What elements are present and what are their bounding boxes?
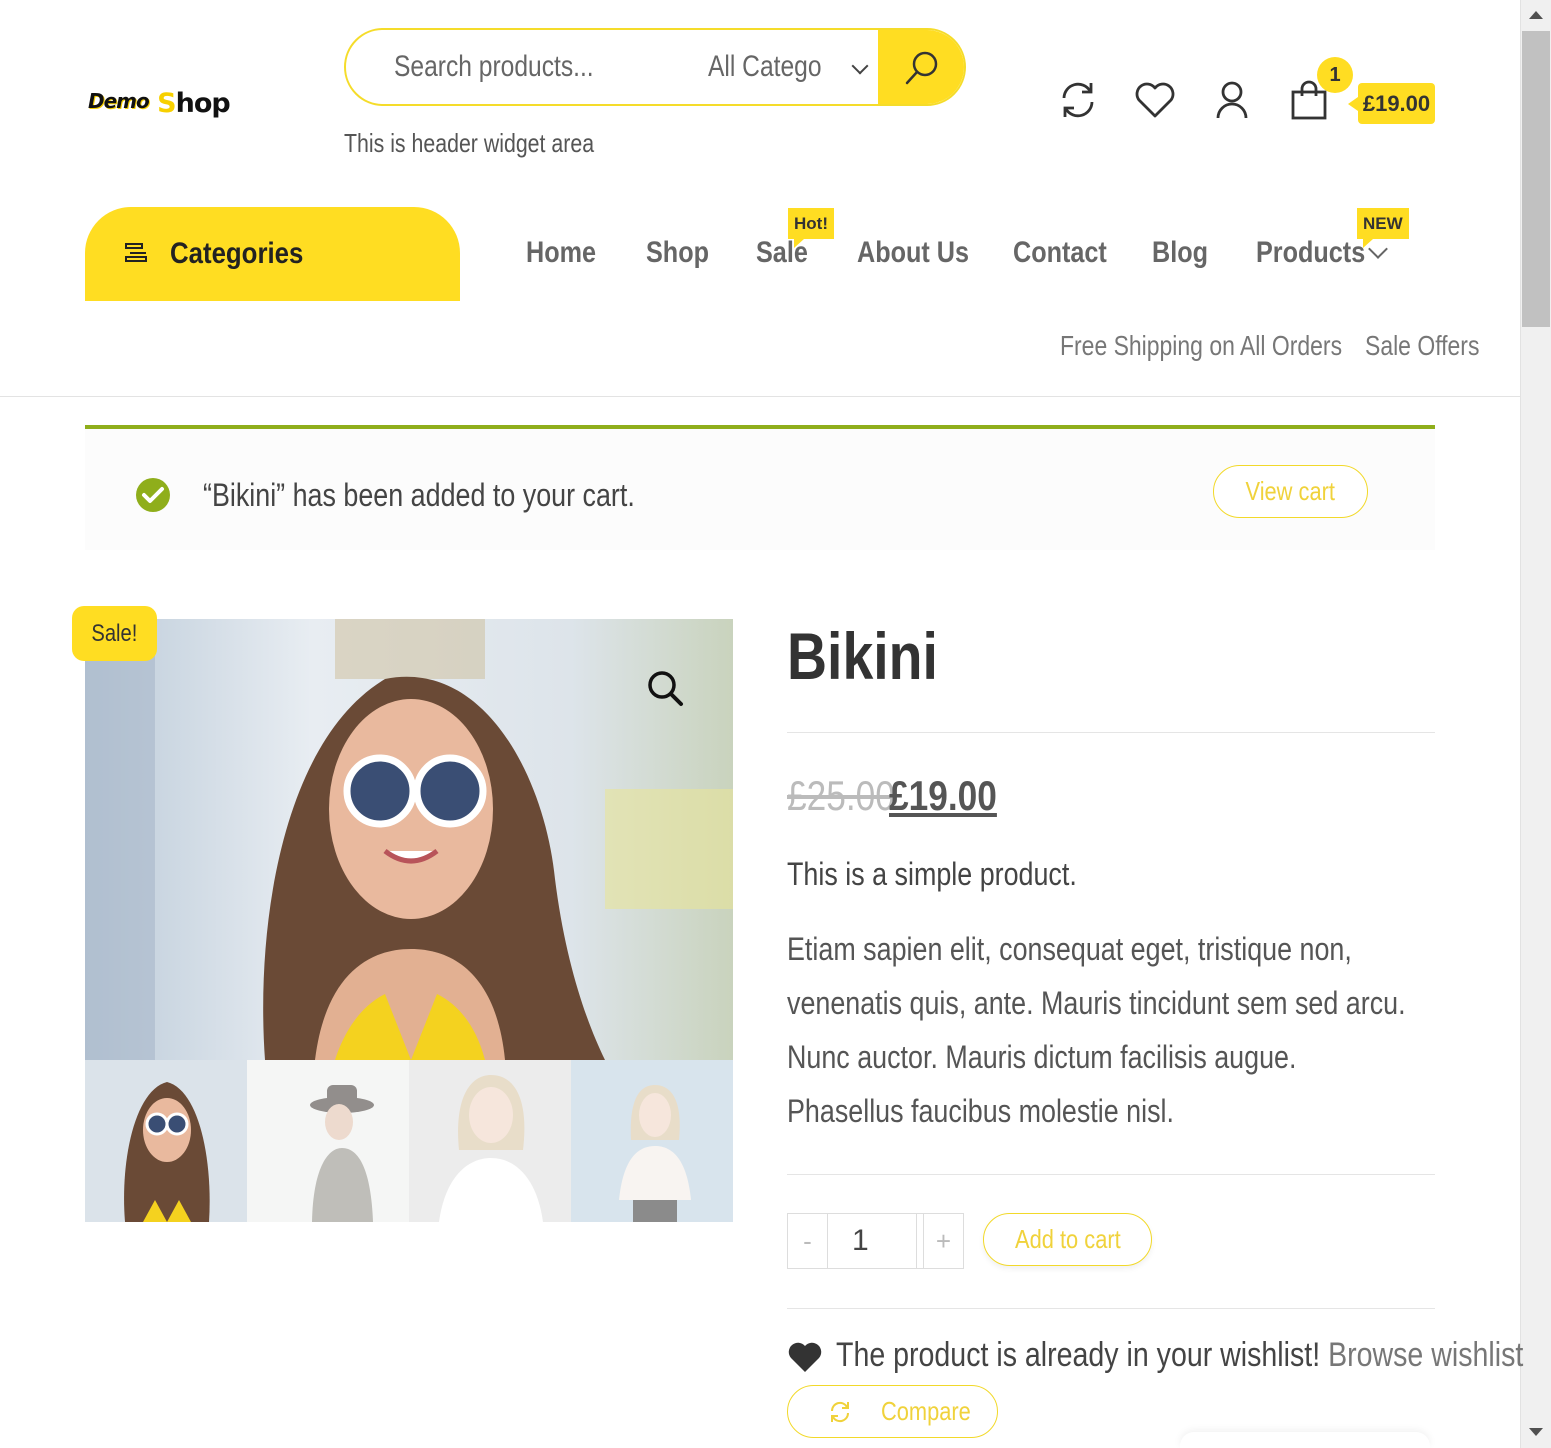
add-to-cart-button[interactable]: Add to cart <box>983 1213 1152 1266</box>
thumb-woman-sunglasses <box>85 1060 247 1222</box>
cart-count-badge: 1 <box>1317 57 1353 93</box>
account-user-icon[interactable] <box>1210 78 1254 122</box>
nav-item-shop[interactable]: Shop <box>646 236 709 270</box>
gallery-thumb-1[interactable] <box>85 1060 247 1222</box>
search-icon <box>905 51 938 85</box>
new-badge: NEW <box>1357 208 1409 248</box>
thumb-woman-blouse <box>571 1060 733 1222</box>
header-widget-note: This is header widget area <box>344 128 595 158</box>
compare-label: Compare <box>881 1396 971 1426</box>
woman-sunglasses-photo <box>85 619 733 1060</box>
sale-badge: Sale! <box>72 606 157 661</box>
header-divider <box>0 396 1520 397</box>
search-button[interactable] <box>878 30 964 104</box>
quantity-input[interactable]: 1 <box>828 1214 917 1268</box>
categories-label: Categories <box>170 237 304 270</box>
search-input[interactable]: Search products... <box>394 50 594 84</box>
cart-divider <box>787 1308 1435 1309</box>
cart-notice: “Bikini” has been added to your cart. Vi… <box>85 425 1435 550</box>
title-divider <box>787 732 1435 733</box>
sale-price: £19.00 <box>889 772 997 819</box>
scrollbar-thumb[interactable] <box>1522 31 1550 327</box>
chevron-down-icon[interactable] <box>851 57 869 75</box>
site-logo[interactable]: Demo Shop <box>88 88 268 128</box>
compare-icon <box>830 1401 850 1423</box>
zoom-magnifier-icon[interactable] <box>645 668 685 708</box>
nav-item-contact[interactable]: Contact <box>1013 236 1107 270</box>
quantity-stepper: - 1 + <box>787 1213 964 1269</box>
product-main-image[interactable] <box>85 619 733 1060</box>
browse-wishlist-link[interactable]: Browse wishlist <box>1328 1336 1523 1374</box>
heart-filled-icon <box>788 1342 822 1372</box>
nav-item-blog[interactable]: Blog <box>1152 236 1208 270</box>
add-to-cart-label: Add to cart <box>1014 1224 1121 1254</box>
product-title: Bikini <box>787 619 938 693</box>
short-description: This is a simple product. <box>787 856 1077 892</box>
nav-item-about-us[interactable]: About Us <box>857 236 969 270</box>
compare-refresh-icon[interactable] <box>1056 78 1100 122</box>
thumb-woman-hat <box>247 1060 409 1222</box>
product-description: Etiam sapien elit, consequat eget, trist… <box>787 931 1406 1129</box>
wishlist-heart-icon[interactable] <box>1133 78 1177 122</box>
gallery-thumb-4[interactable] <box>571 1060 733 1222</box>
page-scrollbar[interactable] <box>1520 0 1551 1448</box>
qty-minus-button[interactable]: - <box>788 1214 828 1268</box>
notice-message: “Bikini” has been added to your cart. <box>203 477 635 513</box>
view-cart-button[interactable]: View cart <box>1213 465 1368 518</box>
logo-s-letter: S <box>157 88 176 119</box>
thumb-woman-white-shirt <box>409 1060 571 1222</box>
nav-item-products[interactable]: Products <box>1256 236 1365 270</box>
hot-badge: Hot! <box>788 208 834 248</box>
view-cart-label: View cart <box>1245 476 1336 506</box>
scroll-down-arrow[interactable] <box>1529 1428 1543 1436</box>
floating-widget-edge <box>1180 1432 1430 1448</box>
sale-badge-label: Sale! <box>91 620 138 647</box>
categories-menu-icon <box>125 243 147 262</box>
cart-total-badge[interactable]: £19.00 <box>1348 83 1435 124</box>
description-divider <box>787 1174 1435 1175</box>
wishlist-message: The product is already in your wishlist! <box>836 1336 1321 1374</box>
check-circle-icon <box>136 478 170 512</box>
product-search-bar: Search products... All Categories <box>344 28 966 106</box>
gallery-thumb-3[interactable] <box>409 1060 571 1222</box>
regular-price: £25.00 <box>787 772 895 819</box>
subnav-free-shipping[interactable]: Free Shipping on All Orders <box>1060 330 1342 362</box>
gallery-thumb-2[interactable] <box>247 1060 409 1222</box>
subnav-sale-offers[interactable]: Sale Offers <box>1365 330 1479 362</box>
categories-button[interactable]: Categories <box>85 207 460 301</box>
nav-item-home[interactable]: Home <box>526 236 596 270</box>
scroll-up-arrow[interactable] <box>1529 11 1543 19</box>
compare-button[interactable]: Compare <box>787 1385 998 1438</box>
wishlist-message-row: The product is already in your wishlist!… <box>836 1336 1523 1375</box>
category-select[interactable]: All Categories <box>708 50 823 84</box>
qty-plus-button[interactable]: + <box>923 1214 963 1268</box>
logo-hop-text: hop <box>175 88 231 119</box>
logo-demo-text: Demo <box>88 89 150 113</box>
